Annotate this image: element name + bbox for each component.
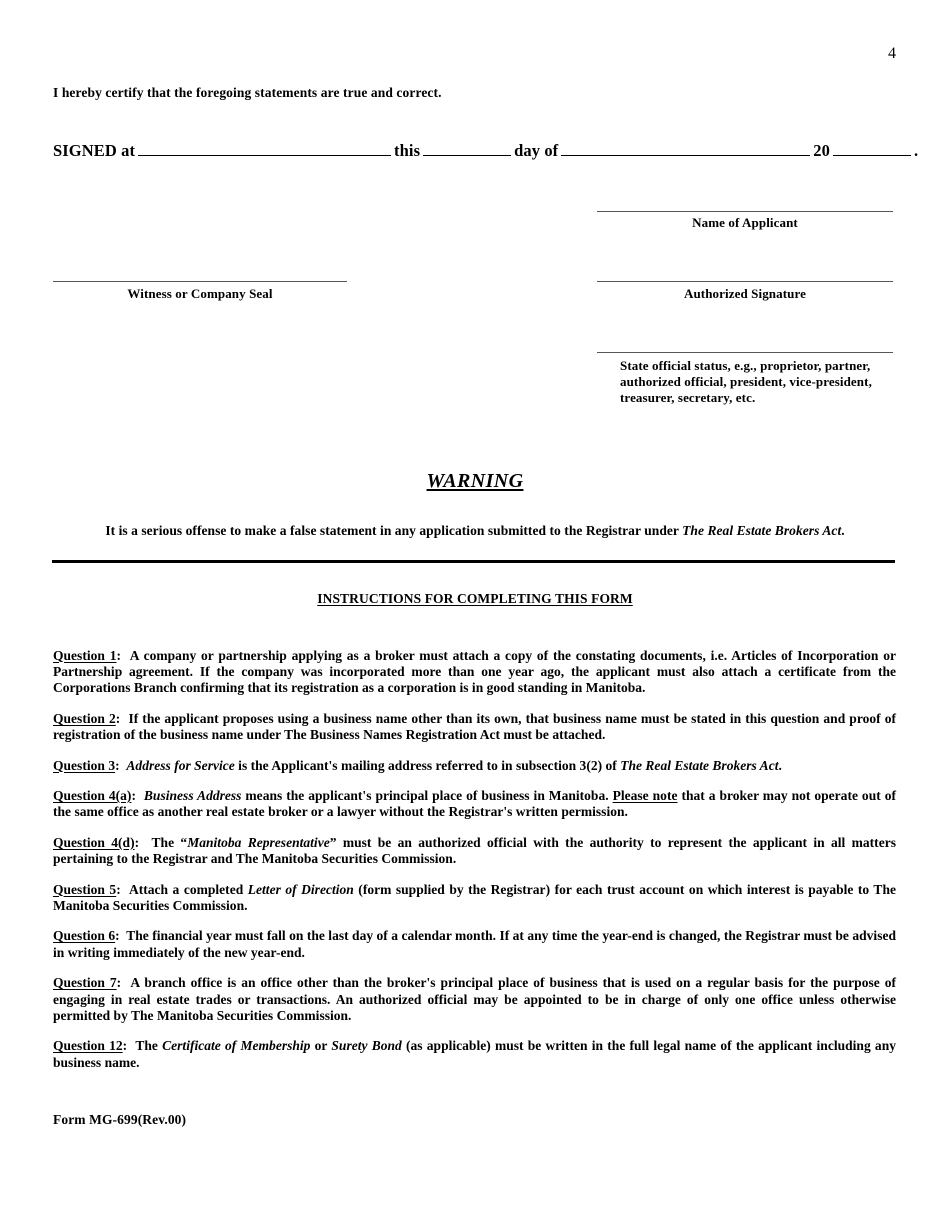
instruction-question-4a: Question 4(a): Business Address means th… [53, 788, 896, 821]
instruction-colon-q1: : [116, 647, 121, 663]
instruction-label-q4d: Question 4(d) [53, 834, 135, 850]
authorized-signature-line[interactable] [597, 281, 893, 282]
warning-act-name: The Real Estate Brokers Act [682, 523, 842, 538]
instructions-body: Question 1: A company or partnership app… [53, 634, 896, 1071]
instruction-italic-q4a-lead: Business Address [143, 787, 242, 803]
instruction-text-q7: A branch office is an office other than … [53, 975, 896, 1023]
section-divider [52, 560, 895, 563]
instruction-label-q1: Question 1 [53, 647, 117, 663]
instruction-text-q12-mid: or [310, 1038, 332, 1054]
instruction-question-3: Question 3: Address for Service is the A… [53, 758, 896, 774]
instruction-italic-q4d: Manitoba Representative [187, 834, 330, 850]
instruction-italic-q12-tail: Surety Bond [331, 1038, 402, 1054]
instruction-label-q12: Question 12 [53, 1038, 123, 1054]
instruction-colon-q4a: : [131, 787, 136, 803]
instruction-label-q3: Question 3 [53, 757, 116, 773]
instruction-text-q3-end: . [778, 757, 782, 773]
instruction-question-1: Question 1: A company or partnership app… [53, 648, 896, 697]
instruction-text-q6: The financial year must fall on the last… [53, 928, 897, 960]
this-label: this [394, 141, 421, 161]
signed-at-label: SIGNED at [53, 141, 136, 161]
official-status-line[interactable] [597, 352, 893, 353]
official-status-label: State official status, e.g., proprietor,… [620, 358, 872, 405]
instruction-text-q4d-lead: The “ [151, 834, 188, 850]
instruction-label-q2: Question 2 [53, 710, 116, 726]
instruction-colon-q7: : [116, 975, 122, 991]
instruction-underline-q4a: Please note [612, 787, 678, 803]
instruction-text-q2: If the applicant proposes using a busine… [53, 710, 897, 743]
instruction-question-5: Question 5: Attach a completed Letter of… [53, 882, 896, 915]
instruction-colon-q5: : [116, 881, 121, 897]
instruction-text-q12-lead: The [135, 1038, 163, 1054]
instruction-italic-q12-lead: Certificate of Membership [162, 1038, 311, 1054]
instruction-colon-q3: : [115, 757, 120, 773]
warning-heading: WARNING [426, 470, 524, 492]
signed-month-blank[interactable] [561, 140, 811, 157]
name-of-applicant-line[interactable] [597, 211, 893, 212]
instruction-text-q1: A company or partnership applying as a b… [53, 647, 897, 696]
instruction-label-q5: Question 5 [53, 881, 117, 897]
signed-trailing-period: . [913, 141, 919, 161]
instruction-question-2: Question 2: If the applicant proposes us… [53, 711, 896, 744]
authorized-signature-label: Authorized Signature [683, 286, 806, 301]
witness-or-company-seal-line[interactable] [53, 281, 347, 282]
instruction-label-q6: Question 6 [53, 928, 116, 944]
form-code-footer: Form MG-699(Rev.00) [53, 1112, 187, 1127]
signed-place-blank[interactable] [138, 140, 392, 157]
instruction-text-q5-lead: Attach a completed [128, 881, 248, 897]
instruction-label-q7: Question 7 [53, 975, 117, 991]
instruction-colon-q2: : [115, 710, 121, 726]
name-of-applicant-label: Name of Applicant [692, 215, 798, 230]
warning-text-before: It is a serious offense to make a false … [105, 523, 683, 538]
instruction-text-q3-mid: is the Applicant's mailing address refer… [234, 757, 621, 773]
year-prefix-label: 20 [813, 141, 830, 161]
signed-day-blank[interactable] [423, 140, 512, 157]
instruction-question-6: Question 6: The financial year must fall… [53, 928, 896, 961]
document-page: 4 I hereby certify that the foregoing st… [0, 0, 950, 1230]
instruction-question-7: Question 7: A branch office is an office… [53, 975, 896, 1024]
instruction-colon-q6: : [115, 928, 120, 944]
instruction-question-12: Question 12: The Certificate of Membersh… [53, 1038, 896, 1071]
instruction-italic-q3-tail: The Real Estate Brokers Act [620, 757, 779, 773]
instruction-question-4d: Question 4(d): The “Manitoba Representat… [53, 835, 896, 868]
instruction-italic-q5: Letter of Direction [247, 881, 354, 897]
instruction-text-q4a-mid: means the applicant's principal place of… [241, 787, 613, 803]
day-of-label: day of [514, 141, 559, 161]
signed-at-row: SIGNED at this day of 20. [53, 140, 918, 161]
certification-statement: I hereby certify that the foregoing stat… [53, 85, 442, 100]
witness-or-company-seal-label: Witness or Company Seal [127, 286, 273, 301]
warning-text-after: . [841, 523, 845, 538]
page-number: 4 [888, 45, 896, 62]
warning-text: It is a serious offense to make a false … [0, 523, 950, 539]
instruction-colon-q12: : [122, 1038, 128, 1054]
signed-year-blank[interactable] [832, 140, 911, 157]
instructions-heading: INSTRUCTIONS FOR COMPLETING THIS FORM [317, 591, 633, 606]
instruction-colon-q4d: : [134, 834, 140, 850]
instruction-label-q4a: Question 4(a) [53, 787, 132, 803]
instruction-italic-q3-lead: Address for Service [126, 757, 235, 773]
